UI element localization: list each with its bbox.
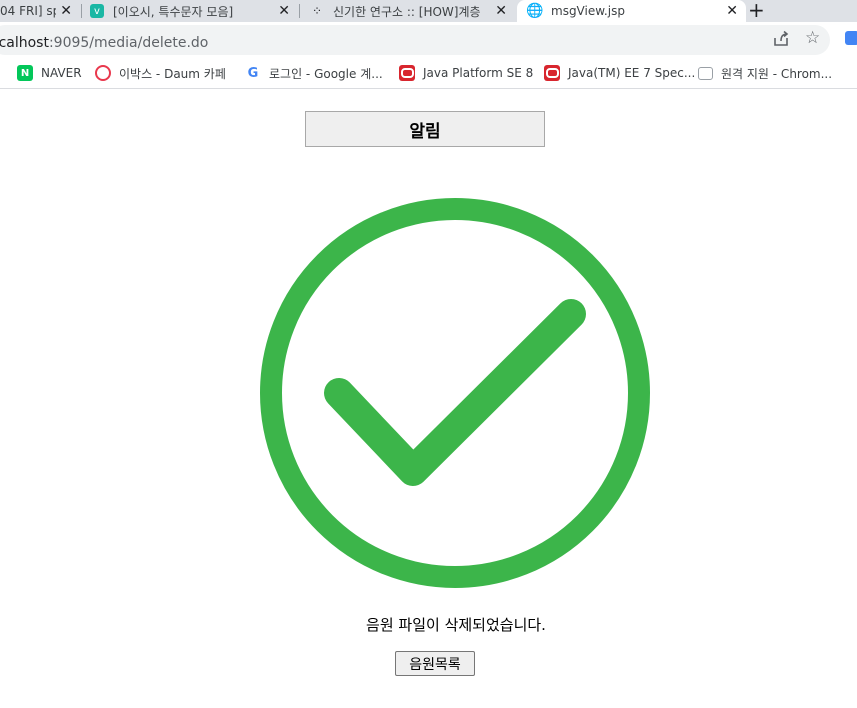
bookmark-label: Java(TM) EE 7 Spec... (568, 66, 696, 80)
close-icon[interactable]: ✕ (726, 3, 738, 19)
tab-separator (81, 4, 82, 18)
bookmark-label: NAVER (41, 66, 82, 80)
globe-favicon-icon: 🌐 (526, 3, 544, 19)
remote-desktop-icon (698, 66, 713, 80)
bookmark-label: 이박스 - Daum 카페 (119, 66, 226, 81)
alert-title: 알림 (305, 111, 545, 147)
close-icon[interactable]: ✕ (60, 3, 72, 19)
tab-title: [이오시, 특수문자 모음] (113, 4, 234, 19)
oracle-icon (399, 65, 415, 81)
share-icon[interactable] (772, 30, 790, 48)
toolbar: ocalhost:9095/media/delete.do ☆ (0, 22, 857, 58)
bookmark-label: 로그인 - Google 계... (269, 66, 383, 81)
url-text[interactable]: ocalhost:9095/media/delete.do (0, 35, 208, 51)
tree-favicon-icon: ⁘ (311, 4, 323, 18)
bookmark-google-login[interactable]: G 로그인 - Google 계... (245, 64, 383, 82)
google-icon: G (245, 65, 261, 81)
extension-icon[interactable] (845, 31, 857, 45)
address-bar[interactable]: ocalhost:9095/media/delete.do (0, 25, 830, 55)
close-icon[interactable]: ✕ (278, 3, 290, 19)
tab-4-active[interactable]: 🌐 msgView.jsp ✕ (517, 0, 746, 22)
tab-3[interactable]: ⁘ 신기한 연구소 :: [HOW]계층 ✕ (310, 0, 515, 22)
oracle-icon (544, 65, 560, 81)
bookmark-naver[interactable]: N NAVER (17, 64, 82, 82)
tab-title: 04 FRI] sp (0, 4, 56, 18)
naver-icon: N (17, 65, 33, 81)
bookmark-label: 원격 지원 - Chrom... (721, 66, 833, 81)
music-list-button[interactable]: 음원목록 (395, 651, 475, 676)
delete-success-message: 음원 파일이 삭제되었습니다. (366, 616, 546, 634)
bookmark-java-se8[interactable]: Java Platform SE 8 (399, 64, 533, 82)
tab-1[interactable]: 04 FRI] sp ✕ (0, 0, 80, 22)
new-tab-icon[interactable]: + (748, 0, 765, 22)
bookmark-daum-cafe[interactable]: 이박스 - Daum 카페 (95, 64, 226, 82)
url-host: ocalhost (0, 35, 49, 51)
star-icon[interactable]: ☆ (805, 28, 820, 48)
close-icon[interactable]: ✕ (495, 3, 507, 19)
bookmark-label: Java Platform SE 8 (423, 66, 534, 80)
daum-cafe-icon (95, 65, 111, 81)
tab-2[interactable]: v [이오시, 특수문자 모음] ✕ (90, 0, 298, 22)
vimeo-favicon-icon: v (90, 4, 104, 18)
bookmark-java-ee7[interactable]: Java(TM) EE 7 Spec... (544, 64, 695, 82)
url-path: :9095/media/delete.do (48, 35, 209, 51)
tab-title: 신기한 연구소 :: [HOW]계층 (333, 4, 481, 19)
tab-title: msgView.jsp (551, 4, 625, 18)
page-content: 알림 음원 파일이 삭제되었습니다. 음원목록 (0, 89, 857, 708)
bookmarks-bar: N NAVER 이박스 - Daum 카페 G 로그인 - Google 계..… (0, 58, 857, 89)
bookmark-remote-support[interactable]: 원격 지원 - Chrom... (698, 64, 832, 82)
tab-separator (299, 4, 300, 18)
tab-strip: 04 FRI] sp ✕ v [이오시, 특수문자 모음] ✕ ⁘ 신기한 연구… (0, 0, 857, 22)
checkmark-circle-icon (260, 198, 650, 588)
